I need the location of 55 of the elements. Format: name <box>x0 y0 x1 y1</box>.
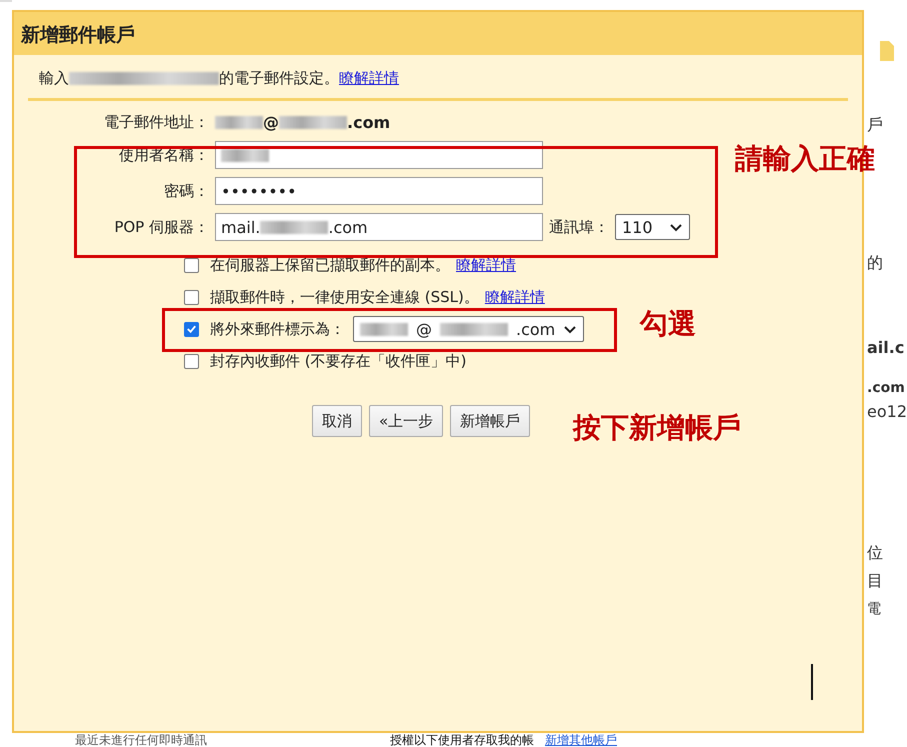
page-text: eo12 <box>867 401 907 423</box>
blurred-text <box>279 116 347 128</box>
blurred-text <box>360 322 408 336</box>
checkbox[interactable] <box>184 322 199 336</box>
value-text: 輸入 <box>39 68 69 88</box>
value-text: .com <box>516 320 556 338</box>
checkbox[interactable] <box>184 258 199 272</box>
annotation-text: 勾選 <box>640 306 696 342</box>
blurred-text <box>221 148 269 162</box>
value-text: mail. <box>221 218 260 236</box>
page-text: 的 <box>867 252 884 274</box>
caret-icon <box>669 222 683 232</box>
blurred-text <box>440 322 508 336</box>
page-text: 電 <box>867 600 882 619</box>
field-label: 密碼： <box>163 182 209 200</box>
annotation-text: 按下新增帳戶 <box>573 410 741 446</box>
page-text: ail.c <box>867 337 906 359</box>
field-label: 電子郵件地址： <box>103 112 209 132</box>
value-text: 的電子郵件設定。 <box>219 68 339 88</box>
option-label: 將外來郵件標示為： <box>210 320 345 338</box>
file-icon <box>879 40 895 62</box>
page-text: 位 <box>867 542 884 564</box>
value-text: •••••••• <box>221 182 296 200</box>
value-text: @ <box>416 320 432 338</box>
page-text: 授權以下使用者存取我的帳 <box>390 733 534 747</box>
caret-icon <box>563 324 578 334</box>
add-account-link[interactable]: 新增其他帳戶 <box>545 733 617 747</box>
port-dropdown[interactable]: 110 <box>615 214 690 240</box>
field-label: POP 伺服器： <box>113 218 209 236</box>
value-text: .com <box>328 218 368 236</box>
page-text: 戶 <box>867 114 884 136</box>
dialog-button[interactable]: 取消 <box>312 405 362 437</box>
dialog-button[interactable]: «上一步 <box>369 405 444 437</box>
checkbox[interactable] <box>184 290 199 304</box>
address-dropdown[interactable]: @ .com <box>353 316 584 342</box>
input-field[interactable]: mail. .com <box>215 213 543 241</box>
page-text: .com <box>867 379 906 398</box>
learn-more-link[interactable]: 瞭解詳情 <box>484 288 545 306</box>
option-label: 擷取郵件時，一律使用安全連線 (SSL)。 <box>210 288 479 306</box>
page-text: 最近未進行任何即時通訊 <box>75 733 207 747</box>
learn-more-link[interactable]: 瞭解詳情 <box>339 68 399 88</box>
blurred-text <box>215 116 263 128</box>
dialog-title: 新增郵件帳戶 <box>14 12 862 55</box>
blurred-text <box>260 220 328 234</box>
option-label: 封存內收郵件 (不要存在「收件匣」中) <box>210 352 466 370</box>
option-label: 在伺服器上保留已擷取郵件的副本。 <box>210 256 450 274</box>
dialog-button[interactable]: 新增帳戶 <box>450 405 530 437</box>
checkbox[interactable] <box>184 354 199 368</box>
value-text: @ <box>263 112 279 132</box>
field-label: 通訊埠： <box>549 218 609 236</box>
learn-more-link[interactable]: 瞭解詳情 <box>456 256 516 274</box>
text-cursor <box>811 664 813 700</box>
value-text: .com <box>347 112 390 132</box>
page-text: 目 <box>867 570 884 592</box>
input-field[interactable]: •••••••• <box>215 177 543 205</box>
